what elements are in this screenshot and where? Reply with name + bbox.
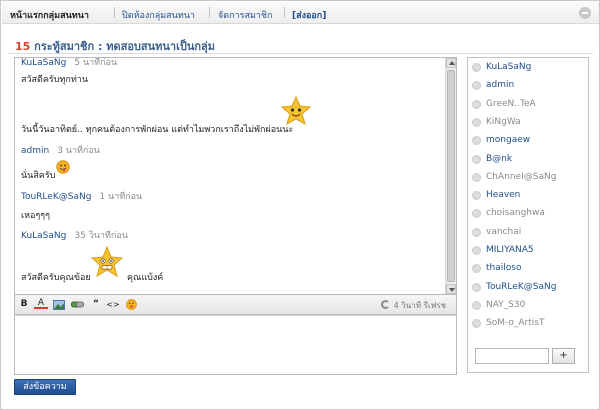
nav-separator [284, 7, 285, 18]
bold-icon[interactable]: B [17, 298, 31, 311]
status-dot-icon [472, 319, 481, 329]
member-name[interactable]: GreeN..TeA [486, 99, 536, 109]
member-name[interactable]: TouRLeK@SaNg [486, 282, 556, 292]
status-dot-icon [472, 99, 481, 109]
status-dot-icon [472, 227, 481, 237]
font-color-icon[interactable]: A [34, 298, 48, 309]
member-name[interactable]: admin [486, 80, 514, 90]
editor-toolbar: B A “ <> 4 วินาที รีเฟรช [14, 295, 457, 315]
link-icon[interactable] [70, 298, 84, 311]
member-name[interactable]: ChAnneI@SaNg [486, 172, 556, 182]
status-dot-icon [472, 209, 481, 219]
member-name[interactable]: KiNgWa [486, 117, 521, 127]
member-name[interactable]: choisanghwa [486, 208, 545, 218]
star-grin-icon [91, 246, 123, 278]
status-dot-icon [472, 154, 481, 164]
refresh-icon[interactable] [380, 300, 390, 309]
message-author[interactable]: admin [21, 146, 49, 156]
nav-separator [209, 7, 210, 18]
member-name[interactable]: B@nk [486, 154, 512, 164]
status-dot-icon [472, 282, 481, 292]
status-dot-icon [472, 136, 481, 146]
message-text: วันนี้วันอาทิตย์.. ทุกคนต้องการพักผ่อน แ… [21, 125, 294, 135]
code-icon[interactable]: <> [106, 298, 120, 311]
message-time: 1 นาทีก่อน [99, 192, 143, 202]
message-time: 3 นาทีก่อน [57, 146, 100, 156]
message-time: 5 นาทีก่อน [74, 58, 118, 68]
message-text: คุณแบ้งค์ [127, 273, 164, 283]
scroll-up-icon[interactable] [446, 58, 456, 68]
add-member-button[interactable]: + [552, 348, 575, 364]
chat-scrollbar[interactable] [445, 58, 456, 294]
message-author[interactable]: KuLaSaNg [21, 58, 66, 68]
member-name[interactable]: Heaven [486, 190, 520, 200]
member-name[interactable]: mongaew [486, 135, 530, 145]
collapse-icon[interactable] [579, 7, 591, 19]
status-dot-icon [472, 117, 481, 127]
quote-icon[interactable]: “ [89, 298, 103, 311]
status-dot-icon [472, 264, 481, 274]
member-name[interactable]: vanchai [486, 227, 521, 237]
nav-group-home[interactable]: หน้าแรกกลุ่มสนทนา [10, 8, 89, 22]
status-dot-icon [472, 300, 481, 310]
message-time: 35 วินาทีก่อน [74, 231, 128, 241]
message-text: เหอๆๆๆ [21, 211, 50, 221]
message-header: admin 3 นาทีก่อน [21, 143, 100, 157]
nav-logout[interactable]: [ส่งออก] [292, 8, 326, 22]
refresh-label: 4 วินาที รีเฟรช [393, 301, 446, 310]
status-dot-icon [472, 63, 481, 72]
scroll-thumb[interactable] [447, 70, 455, 282]
send-button[interactable]: ส่งข้อความ [14, 379, 76, 395]
top-nav: หน้าแรกกลุ่มสนทนา ปิดห้องกลุ่มสนทนา จัดก… [2, 2, 599, 24]
member-name[interactable]: SoM-o_ArtisT [486, 318, 544, 328]
image-icon[interactable] [52, 298, 66, 311]
chat-window: หน้าแรกกลุ่มสนทนา ปิดห้องกลุ่มสนทนา จัดก… [0, 0, 600, 410]
message-author[interactable]: KuLaSaNg [21, 231, 66, 241]
member-list: KuLaSaNg admin GreeN..TeA KiNgWa mongaew B@nk… [467, 57, 589, 373]
message-header: TouRLeK@SaNg 1 นาทีก่อน [21, 189, 142, 203]
member-name[interactable]: NAY_S30 [486, 300, 525, 310]
room-name: กระทู้สมาชิก : ทดสอบสนทนาเป็นกลุ่ม [34, 40, 216, 53]
message-text: สวัสดีครับทุกท่าน [21, 75, 88, 85]
message-text: สวัสดีครับคุณข้อย [21, 273, 91, 283]
status-dot-icon [472, 191, 481, 201]
member-count: 15 [15, 40, 31, 53]
invite-input[interactable] [475, 348, 549, 364]
status-dot-icon [472, 246, 481, 255]
message-author[interactable]: TouRLeK@SaNg [21, 192, 91, 202]
status-dot-icon [472, 172, 481, 182]
message-input[interactable] [14, 315, 457, 375]
chat-log[interactable]: KuLaSaNg 5 นาทีก่อน สวัสดีครับทุกท่าน วัน… [14, 57, 457, 295]
tongue-smiley-icon [56, 160, 70, 174]
message-header: KuLaSaNg 35 วินาทีก่อน [21, 228, 128, 242]
message-text: นั่นสิครับ [21, 171, 56, 181]
scroll-down-icon[interactable] [446, 284, 456, 294]
member-name[interactable]: KuLaSaNg [486, 62, 531, 72]
nav-separator [114, 7, 115, 18]
title-divider [9, 53, 593, 54]
member-name[interactable]: thailoso [486, 263, 521, 273]
nav-manage-members[interactable]: จัดการสมาชิก [218, 8, 273, 22]
status-dot-icon [472, 81, 481, 91]
member-name[interactable]: MILIYANA5 [486, 245, 534, 255]
nav-close-group[interactable]: ปิดห้องกลุ่มสนทนา [122, 8, 195, 22]
refresh-status: 4 วินาที รีเฟรช [380, 299, 446, 312]
message-header: KuLaSaNg 5 นาทีก่อน [21, 58, 118, 69]
emoticon-icon[interactable] [124, 298, 138, 311]
